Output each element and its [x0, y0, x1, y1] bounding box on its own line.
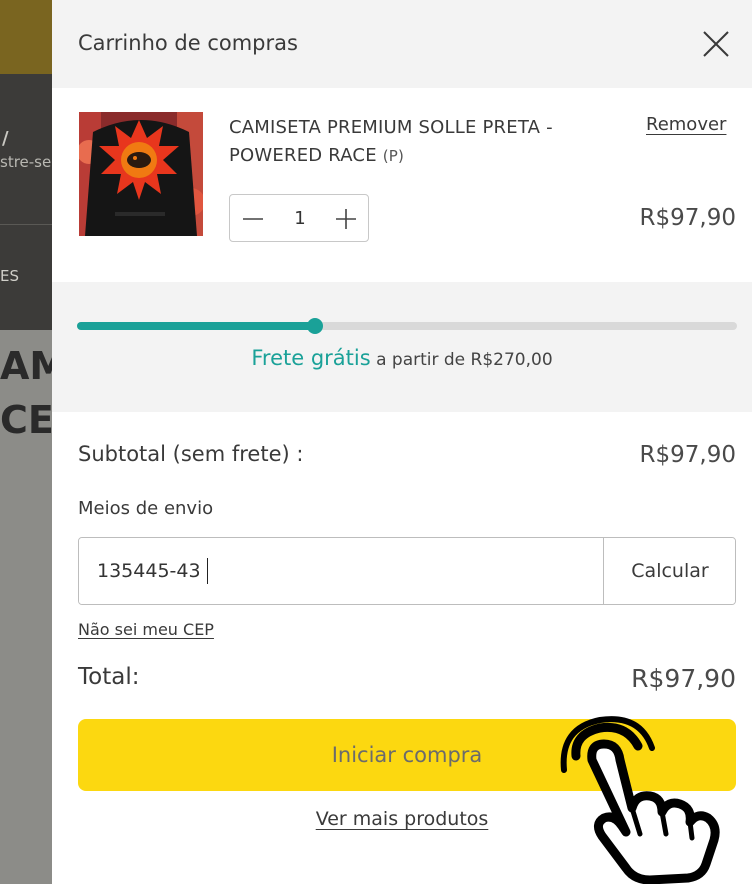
background-partial-nav: ES: [0, 267, 19, 285]
product-thumbnail[interactable]: [79, 112, 203, 236]
background-page: / stre-se ES AM CE: [0, 0, 52, 884]
quantity-stepper: 1: [229, 194, 369, 242]
shipping-methods-label: Meios de envio: [78, 498, 214, 519]
background-header-bar: [0, 0, 52, 74]
quantity-value[interactable]: 1: [285, 208, 315, 229]
product-name[interactable]: CAMISETA PREMIUM SOLLE PRETA - POWERED R…: [229, 114, 639, 170]
item-price: R$97,90: [639, 205, 736, 231]
background-heading-line-2: CE: [0, 398, 52, 442]
free-shipping-threshold: a partir de R$270,00: [376, 350, 553, 370]
text-caret: [207, 558, 208, 584]
cep-input[interactable]: [79, 538, 621, 604]
free-shipping-label: Frete grátis: [251, 346, 371, 370]
background-heading-line-1: AM: [0, 344, 52, 388]
background-breadcrumb-slash: /: [2, 128, 9, 149]
minus-icon[interactable]: [238, 204, 268, 234]
background-partial-link: stre-se: [0, 153, 52, 171]
progress-fill: [77, 322, 315, 330]
more-products-link[interactable]: Ver mais produtos: [316, 808, 489, 830]
calculate-button[interactable]: Calcular: [603, 538, 735, 604]
total-value: R$97,90: [631, 664, 736, 693]
subtotal-value: R$97,90: [639, 442, 736, 468]
cep-form: Calcular: [78, 537, 736, 605]
cart-header: Carrinho de compras: [52, 0, 752, 88]
remove-item-link[interactable]: Remover: [646, 114, 726, 135]
background-nav: [0, 74, 52, 330]
unknown-cep-link[interactable]: Não sei meu CEP: [78, 620, 214, 639]
plus-icon[interactable]: [331, 204, 361, 234]
free-shipping-message: Frete grátis a partir de R$270,00: [52, 346, 752, 370]
progress-track: [77, 318, 737, 334]
pointing-hand-icon: [560, 716, 720, 884]
background-divider: [0, 224, 52, 225]
subtotal-label: Subtotal (sem frete) :: [78, 442, 304, 466]
total-label: Total:: [78, 664, 140, 690]
cart-title: Carrinho de compras: [78, 31, 298, 55]
progress-knob: [306, 318, 323, 334]
free-shipping-progress: Frete grátis a partir de R$270,00: [52, 282, 752, 412]
close-icon[interactable]: [698, 26, 734, 62]
product-size: (P): [382, 147, 405, 165]
